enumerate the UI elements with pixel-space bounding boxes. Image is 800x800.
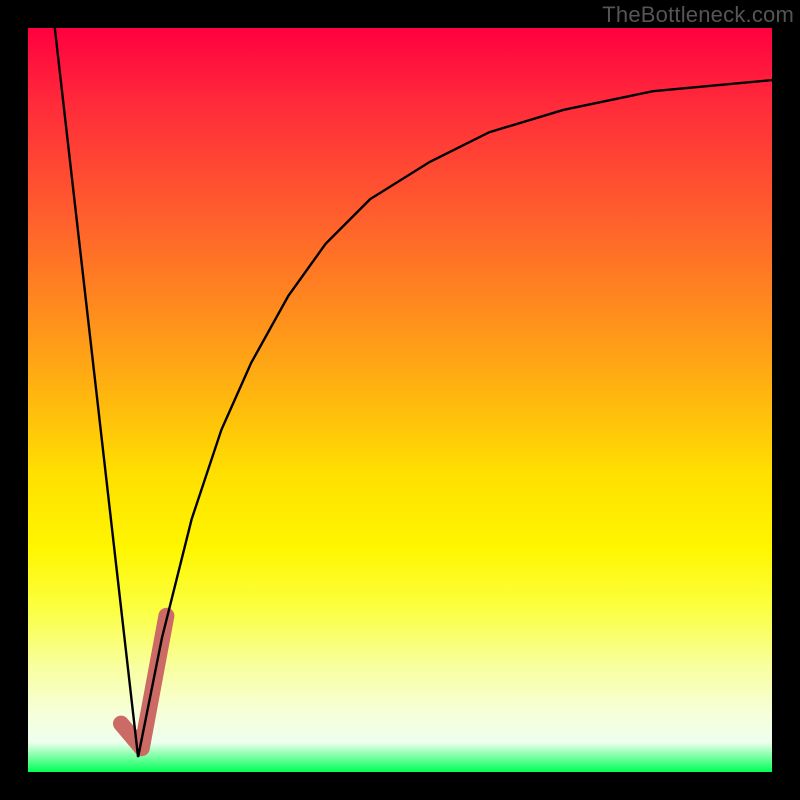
curve-layer [28,28,772,772]
chart-frame: TheBottleneck.com [0,0,800,800]
main-curve [138,80,772,757]
left-stroke [55,28,138,757]
plot-area [28,28,772,772]
watermark-text: TheBottleneck.com [602,2,794,28]
